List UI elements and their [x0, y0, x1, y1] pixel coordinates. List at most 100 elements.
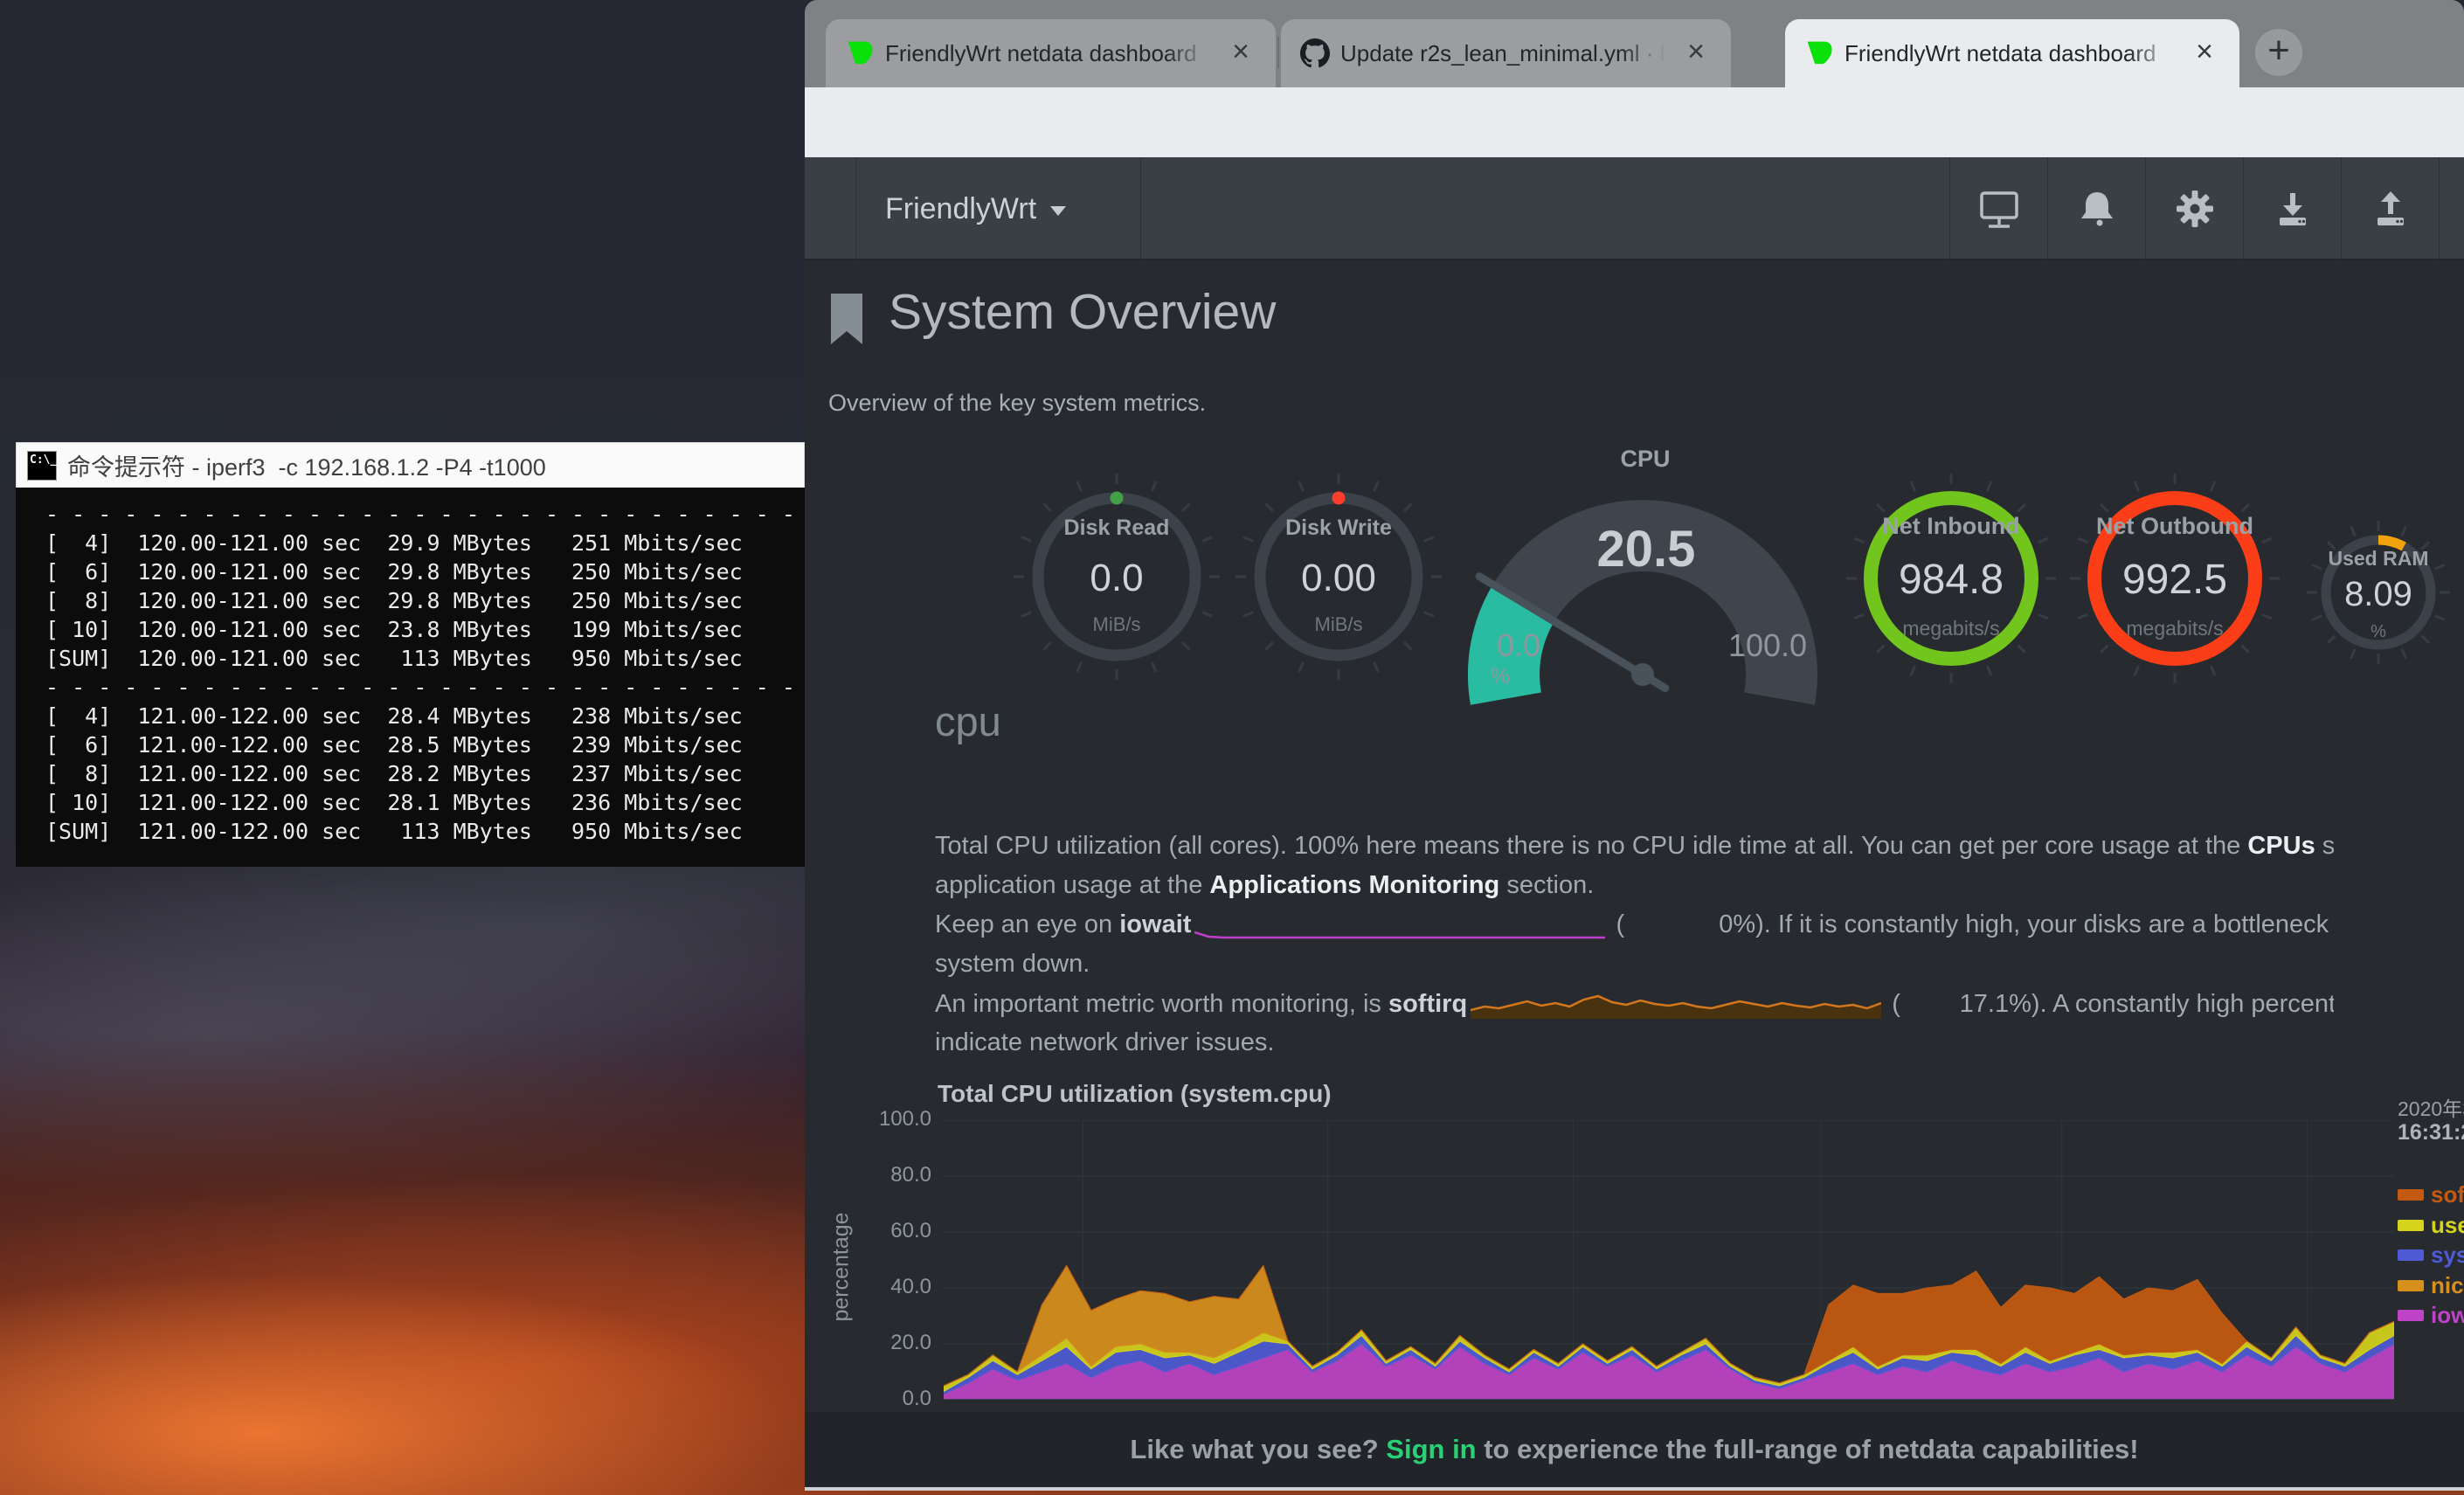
legend-item-user[interactable]: user: [2398, 1212, 2464, 1238]
gauge-disk-write[interactable]: Disk Write 0.00 MiB/s: [1225, 463, 1452, 690]
chart-ytick: 0.0: [840, 1387, 931, 1411]
chart-ytick: 40.0: [840, 1275, 931, 1299]
page-subtitle: Overview of the key system metrics.: [828, 390, 1206, 417]
signin-bar: Like what you see? Sign in to experience…: [805, 1412, 2464, 1487]
gauge-used-ram[interactable]: Used RAM8.09%: [2295, 509, 2461, 675]
export-icon[interactable]: [2341, 157, 2439, 260]
gauge-cpu-text: 20.5: [1576, 520, 1716, 578]
cpu-description-line: Total CPU utilization (all cores). 100% …: [935, 827, 2334, 866]
terminal-line: [ 8] 120.00-121.00 sec 29.8 MBytes 250 M…: [45, 586, 805, 615]
legend-time: 16:31:2: [2398, 1120, 2464, 1145]
tab-title: FriendlyWrt netdata dashboard: [885, 40, 1211, 67]
doc-link[interactable]: CPUs: [2247, 832, 2315, 860]
cpu-description-line: application usage at the Applications Mo…: [935, 866, 2334, 905]
netdata-header: FriendlyWrt: [805, 157, 2464, 260]
chevron-down-icon: [1050, 206, 1066, 216]
cpu-description-line: Keep an eye on iowait (0%). If it is con…: [935, 905, 2334, 945]
gauge-net-outbound[interactable]: Net Outbound 992.5 megabits/s: [2057, 460, 2293, 696]
legend-swatch: [2398, 1189, 2424, 1201]
svg-text:984.8: 984.8: [1899, 557, 2004, 603]
cpu-utilization-chart[interactable]: [944, 1120, 2394, 1400]
page-title: System Overview: [889, 283, 1276, 341]
browser-tab[interactable]: FriendlyWrt netdata dashboard×: [1785, 19, 2239, 87]
legend-label: system: [2431, 1242, 2464, 1268]
tab-close-icon[interactable]: ×: [2187, 35, 2222, 70]
gauge-cpu-text: %: [1474, 664, 1526, 689]
svg-text:megabits/s: megabits/s: [2126, 617, 2223, 640]
legend-item-iowait[interactable]: iowait: [2398, 1302, 2464, 1328]
cpu-description-line: system down.: [935, 945, 2334, 984]
gauge-disk-read[interactable]: Disk Read 0.0 MiB/s: [1003, 463, 1230, 690]
dashboard-content: System Overview Overview of the key syst…: [805, 260, 2464, 1412]
svg-text:992.5: 992.5: [2122, 557, 2227, 603]
browser-toolbar: 不安全 192.168.2.1:19999/#menu_system_subme…: [805, 87, 2464, 157]
screen-icon[interactable]: [1949, 157, 2047, 260]
legend-swatch: [2398, 1280, 2424, 1291]
svg-text:MiB/s: MiB/s: [1093, 613, 1141, 635]
browser-tab[interactable]: FriendlyWrt netdata dashboard ×: [826, 19, 1276, 87]
legend-item-nice[interactable]: nice: [2398, 1272, 2464, 1298]
terminal-line: [ 6] 120.00-121.00 sec 29.8 MBytes 250 M…: [45, 557, 805, 586]
cmd-icon: C:\_: [27, 451, 57, 481]
legend-label: nice: [2431, 1272, 2464, 1298]
legend-label: softirq: [2431, 1181, 2464, 1208]
gauge-cpu-text: 100.0: [1711, 627, 1824, 664]
terminal-line: [ 10] 120.00-121.00 sec 23.8 MBytes 199 …: [45, 615, 805, 644]
signin-suffix: to experience the full-range of netdata …: [1477, 1434, 2139, 1464]
gauge-cpu-text: CPU: [1593, 446, 1698, 473]
browser-tab[interactable]: Update r2s_lean_minimal.yml · k×: [1281, 19, 1731, 87]
gauge-cpu-text: 0.0: [1462, 627, 1575, 664]
bookmark-icon: [827, 292, 866, 346]
tab-close-icon[interactable]: ×: [1678, 35, 1713, 70]
terminal-line: - - - - - - - - - - - - - - - - - - - - …: [45, 673, 805, 702]
svg-text:Net Outbound: Net Outbound: [2096, 513, 2253, 539]
terminal-line: [ 10] 121.00-122.00 sec 28.1 MBytes 236 …: [45, 788, 805, 817]
terminal-line: [ 4] 121.00-122.00 sec 28.4 MBytes 238 M…: [45, 702, 805, 730]
tab-close-icon[interactable]: ×: [1223, 35, 1258, 70]
terminal-titlebar[interactable]: C:\_ 命令提示符 - iperf3 -c 192.168.1.2 -P4 -…: [16, 442, 805, 488]
svg-text:megabits/s: megabits/s: [1902, 617, 1999, 640]
legend-item-system[interactable]: system: [2398, 1242, 2464, 1268]
header-buttons: [1949, 157, 2440, 260]
terminal-title: 命令提示符 - iperf3 -c 192.168.1.2 -P4 -t1000: [67, 448, 546, 482]
gauge-net-inbound[interactable]: Net Inbound984.8megabits/s: [1833, 460, 2069, 696]
legend-swatch: [2398, 1310, 2424, 1321]
legend-date: 2020年3: [2398, 1092, 2464, 1122]
svg-text:MiB/s: MiB/s: [1315, 613, 1363, 635]
new-tab-button[interactable]: +: [2255, 29, 2302, 76]
netdata-icon: [1804, 38, 1834, 68]
cpu-description: Total CPU utilization (all cores). 100% …: [935, 827, 2334, 1062]
alarms-icon[interactable]: [2047, 157, 2145, 260]
doc-link[interactable]: Applications Monitoring: [1209, 871, 1499, 899]
import-icon[interactable]: [2243, 157, 2341, 260]
desktop: C:\_ 命令提示符 - iperf3 -c 192.168.1.2 -P4 -…: [0, 0, 2464, 1495]
svg-text:0.00: 0.00: [1301, 557, 1376, 599]
legend-label: iowait: [2431, 1302, 2464, 1328]
chart-ytick: 60.0: [840, 1219, 931, 1243]
terminal-line: - - - - - - - - - - - - - - - - - - - - …: [45, 500, 805, 529]
legend-item-softirq[interactable]: softirq: [2398, 1181, 2464, 1208]
terminal-line: [SUM] 121.00-122.00 sec 113 MBytes 950 M…: [45, 817, 805, 846]
svg-text:Disk Read: Disk Read: [1064, 516, 1170, 540]
terminal-line: [ 8] 121.00-122.00 sec 28.2 MBytes 237 M…: [45, 759, 805, 788]
settings-icon[interactable]: [2145, 157, 2243, 260]
svg-text:Disk Write: Disk Write: [1285, 516, 1392, 540]
chart-ytick: 80.0: [840, 1163, 931, 1187]
chart-ytick: 100.0: [840, 1107, 931, 1132]
svg-text:0.0: 0.0: [1090, 557, 1143, 599]
cpu-description-line: indicate network driver issues.: [935, 1023, 2334, 1062]
terminal-line: [ 6] 121.00-122.00 sec 28.5 MBytes 239 M…: [45, 730, 805, 759]
github-icon: [1300, 38, 1330, 68]
terminal-window: C:\_ 命令提示符 - iperf3 -c 192.168.1.2 -P4 -…: [16, 442, 805, 867]
svg-text:Used RAM: Used RAM: [2328, 547, 2428, 570]
terminal-line: [ 4] 120.00-121.00 sec 29.9 MBytes 251 M…: [45, 529, 805, 557]
inline-sparkline: [1471, 984, 1881, 1021]
chart-ytick: 20.0: [840, 1331, 931, 1355]
svg-text:%: %: [2371, 622, 2386, 641]
signin-link[interactable]: Sign in: [1386, 1434, 1476, 1464]
section-heading-cpu: cpu: [935, 697, 1001, 745]
hostname-dropdown[interactable]: FriendlyWrt: [885, 157, 1066, 260]
legend-swatch: [2398, 1249, 2424, 1261]
legend-swatch: [2398, 1220, 2424, 1231]
tab-strip: + FriendlyWrt netdata dashboard×Update r…: [805, 0, 2464, 87]
